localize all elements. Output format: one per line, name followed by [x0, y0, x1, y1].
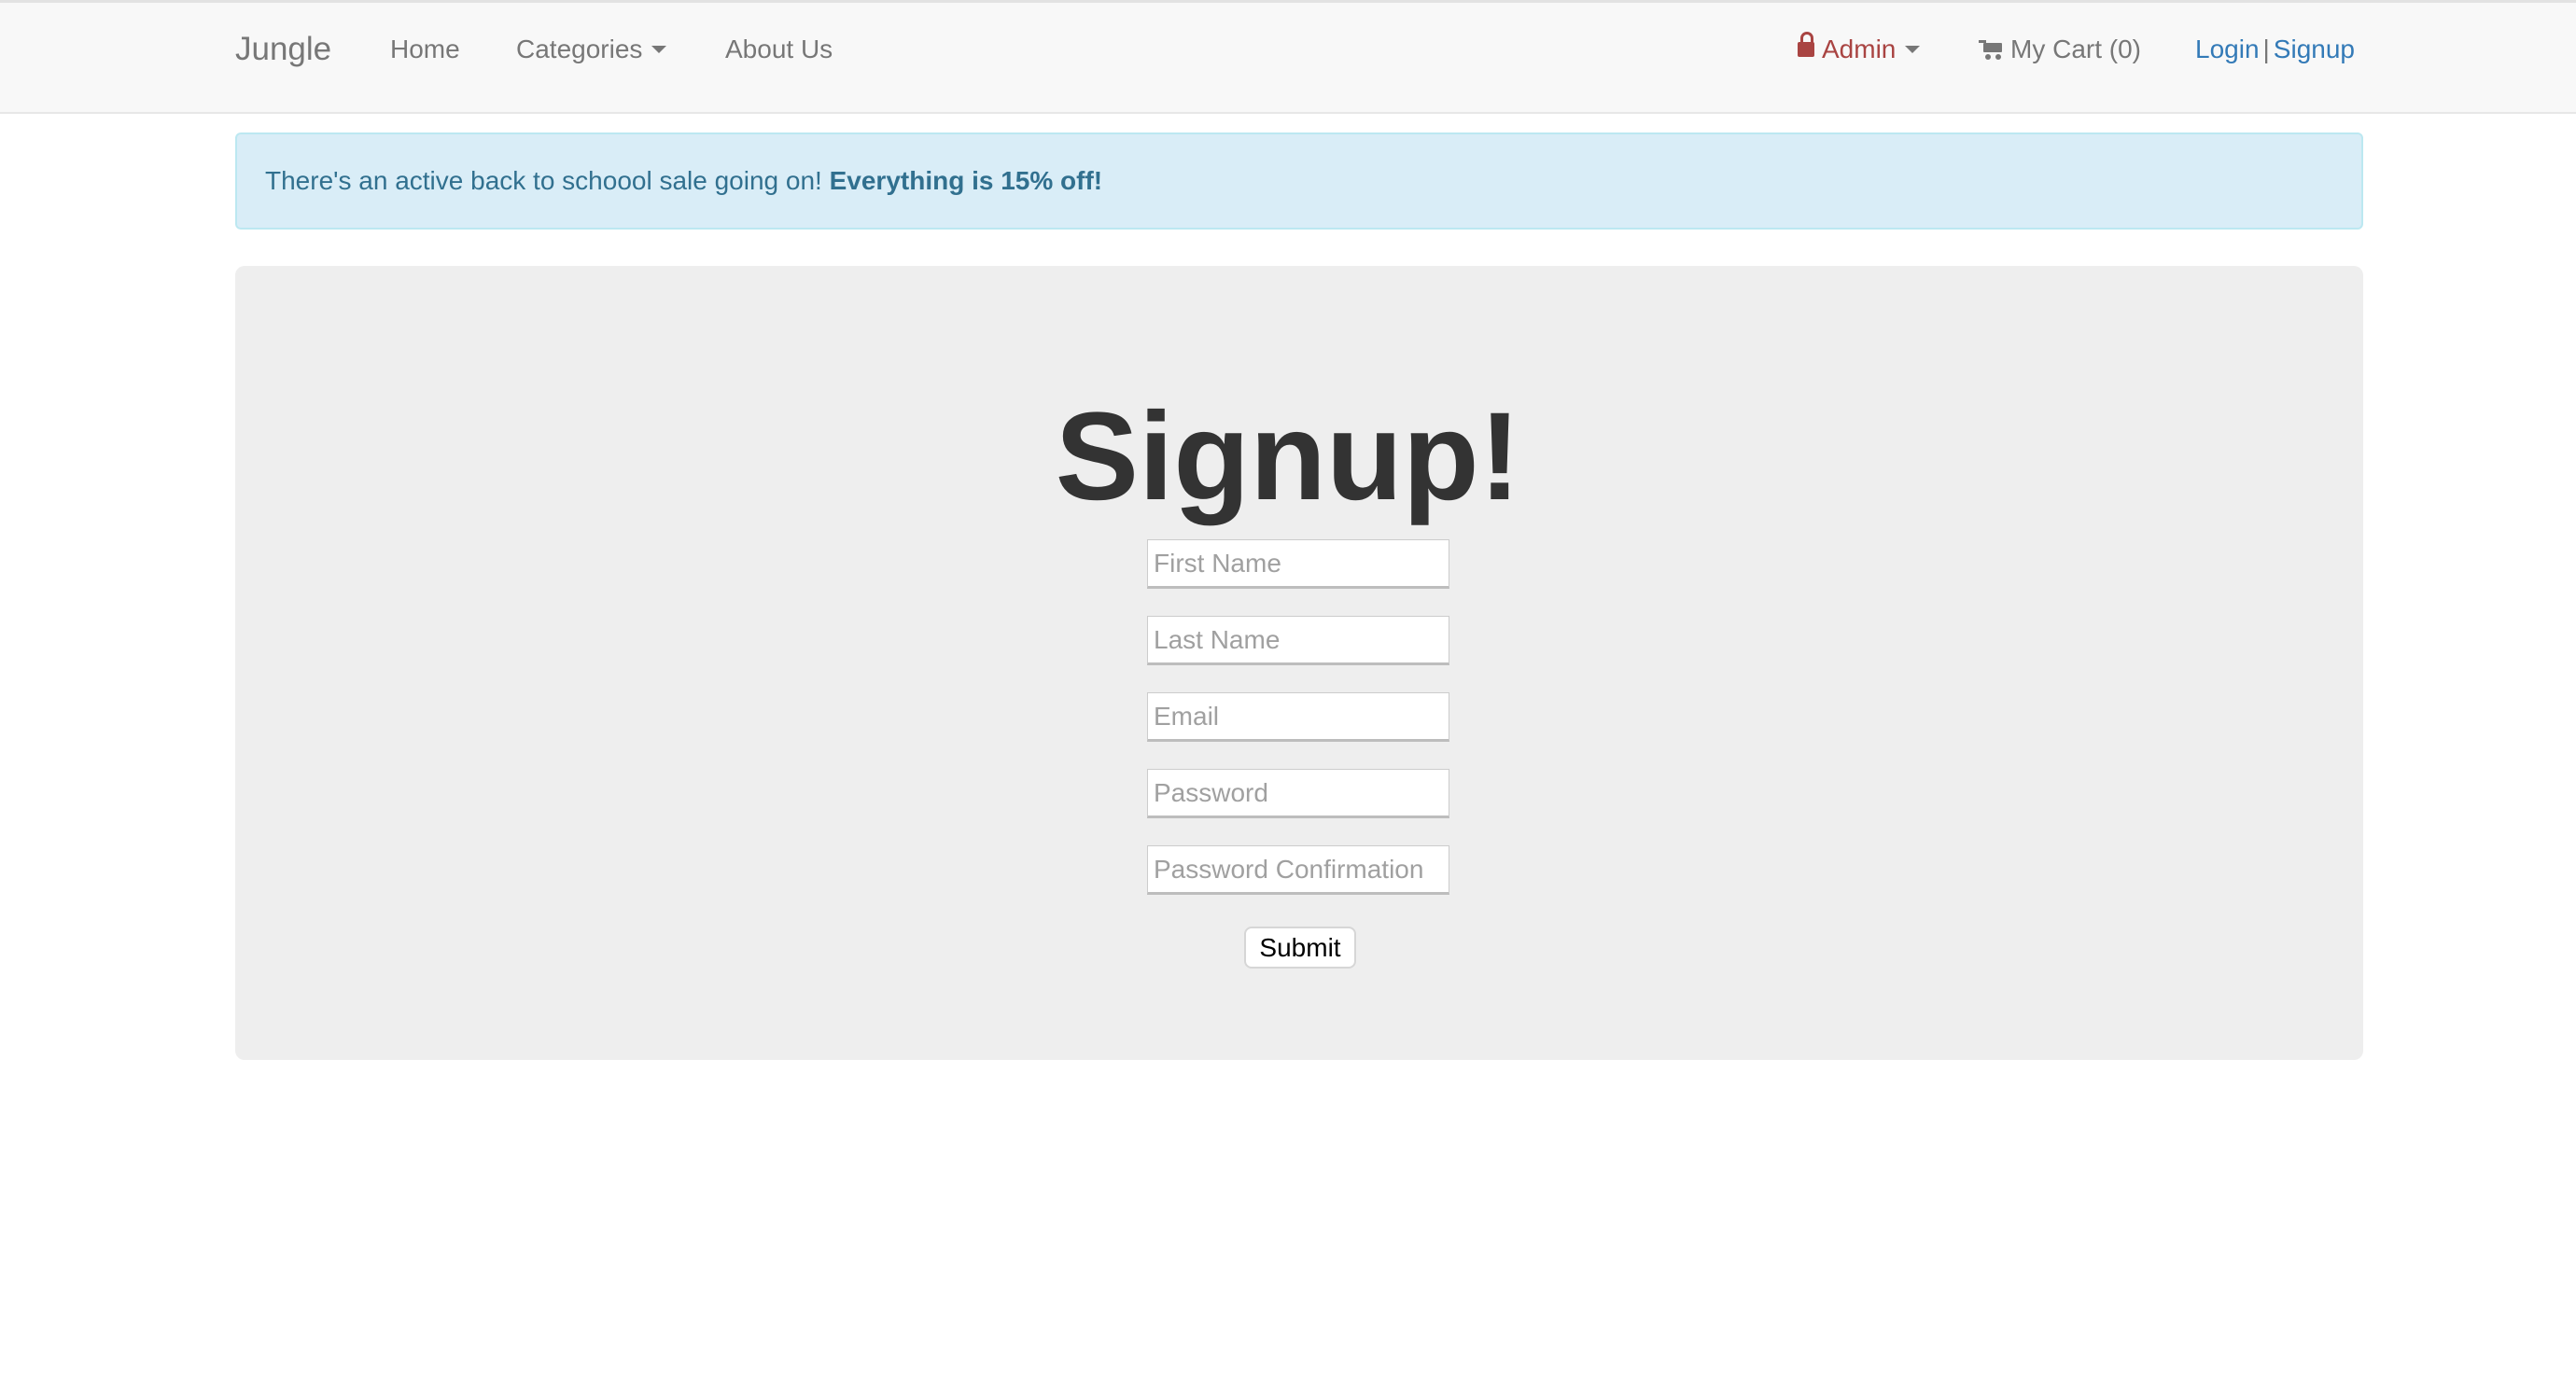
my-cart-link[interactable]: My Cart (0) [1979, 3, 2141, 96]
password-confirmation-input[interactable] [1147, 845, 1449, 895]
signup-title: Signup! [1055, 387, 1521, 526]
nav-home-link[interactable]: Home [390, 3, 460, 96]
nav-about-link[interactable]: About Us [725, 3, 833, 96]
nav-categories-label: Categories [516, 35, 643, 63]
last-name-input[interactable] [1147, 616, 1449, 665]
my-cart-label: My Cart (0) [2010, 35, 2141, 63]
first-name-input[interactable] [1147, 539, 1449, 589]
admin-dropdown[interactable]: Admin [1798, 3, 1921, 96]
lock-icon [1798, 31, 1814, 57]
login-link[interactable]: Login [2195, 35, 2260, 63]
brand-link[interactable]: Jungle [235, 3, 331, 96]
auth-links: Login | Signup [2195, 3, 2355, 96]
sale-alert-emphasis: Everything is 15% off! [829, 166, 1103, 195]
sale-alert-text: There's an active back to schoool sale g… [265, 166, 822, 195]
admin-label: Admin [1822, 35, 1897, 63]
sale-alert: There's an active back to schoool sale g… [235, 132, 2363, 230]
signup-link[interactable]: Signup [2274, 35, 2355, 63]
shopping-cart-icon [1979, 39, 2003, 60]
caret-down-icon [651, 45, 667, 53]
auth-separator: | [2262, 35, 2270, 63]
email-input[interactable] [1147, 692, 1449, 742]
navbar-container: Jungle Home Categories About Us Admin My… [235, 3, 2363, 112]
nav-categories-dropdown[interactable]: Categories [516, 3, 667, 96]
submit-button[interactable]: Submit [1244, 927, 1356, 969]
caret-down-icon [1905, 45, 1921, 53]
top-navbar: Jungle Home Categories About Us Admin My… [0, 3, 2576, 114]
password-input[interactable] [1147, 769, 1449, 818]
